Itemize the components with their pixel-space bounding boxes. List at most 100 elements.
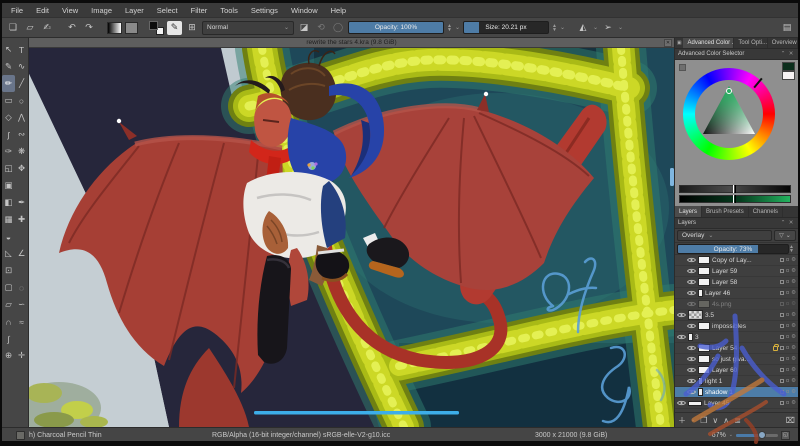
layer-row[interactable]: 3 α ⚙ (675, 332, 798, 343)
close-document-button[interactable]: ✕ (664, 39, 672, 47)
foreground-color-swatch[interactable] (149, 21, 158, 30)
elliptical-selection-tool[interactable]: ◌ (15, 279, 28, 296)
layer-opacity-spinner[interactable]: ▲▼ (789, 244, 796, 253)
bezier-selection-tool[interactable]: ∫ (2, 330, 15, 347)
freehand-brush-tool[interactable]: ✏ (2, 75, 15, 92)
layer-properties-icon[interactable]: ⚙ (791, 312, 796, 318)
alpha-lock-icon[interactable]: α (786, 378, 789, 384)
brush-presets-button[interactable]: ⊞ (185, 21, 199, 35)
layer-visibility-eye-icon[interactable] (677, 334, 686, 340)
chevron-down-icon[interactable]: ⌄ (560, 24, 565, 31)
layer-thumbnail[interactable] (698, 366, 710, 374)
inherit-alpha-icon[interactable] (780, 335, 784, 339)
transform-tool[interactable]: ◱ (2, 160, 15, 177)
menu-view[interactable]: View (62, 6, 78, 15)
selector-settings-icon[interactable] (679, 64, 686, 71)
layer-row[interactable]: so just giva... α ⚙ (675, 354, 798, 365)
layer-row[interactable]: impossibles α ⚙ (675, 321, 798, 332)
pan-tool[interactable]: ✛ (15, 347, 28, 364)
smart-patch-tool[interactable]: ✚ (15, 211, 28, 228)
layer-properties-icon[interactable]: ⚙ (791, 389, 796, 395)
inherit-alpha-icon[interactable] (780, 379, 784, 383)
layer-visibility-eye-icon[interactable] (687, 345, 696, 351)
color-selector-titlebar[interactable]: Advanced Color Selector ⌃ ✕ (675, 49, 798, 60)
layer-properties-icon[interactable]: ⚙ (791, 257, 796, 263)
menu-layer[interactable]: Layer (125, 6, 144, 15)
layer-row[interactable]: light 1 α ⚙ (675, 376, 798, 387)
colorspace-info[interactable]: RGB/Alpha (16-bit integer/channel) sRGB-… (212, 432, 390, 439)
inherit-alpha-icon[interactable] (780, 302, 784, 306)
layer-row[interactable]: Copy of Lay... α ⚙ (675, 255, 798, 266)
layer-thumbnail[interactable] (698, 256, 710, 264)
inherit-alpha-icon[interactable] (780, 269, 784, 273)
select-shapes-tool[interactable]: ↖ (2, 41, 15, 58)
fill-tool[interactable]: ◒ (2, 228, 15, 245)
hue-ring[interactable] (683, 68, 775, 160)
polygon-tool[interactable]: ◇ (2, 109, 15, 126)
layer-thumbnail[interactable] (698, 278, 710, 286)
gradient-tool[interactable]: ◧ (2, 194, 15, 211)
ellipse-tool[interactable]: ○ (15, 92, 28, 109)
measure-tool[interactable]: ∠ (15, 245, 28, 262)
chevron-down-icon[interactable]: ⌄ (729, 432, 733, 438)
inherit-alpha-icon[interactable] (780, 390, 784, 394)
dock-icon[interactable]: ▣ (675, 38, 683, 48)
layer-row[interactable]: Layer 46 α ⚙ (675, 288, 798, 299)
open-document-button[interactable]: ▱ (23, 21, 37, 35)
alpha-lock-icon[interactable]: α (786, 279, 789, 285)
layer-thumbnail[interactable] (698, 267, 710, 275)
menu-edit[interactable]: Edit (36, 6, 49, 15)
inherit-alpha-icon[interactable] (780, 258, 784, 262)
layer-properties-icon[interactable]: ⚙ (791, 301, 796, 307)
zoom-slider-knob[interactable] (758, 431, 766, 439)
move-layer-down-button[interactable]: ∨ (712, 416, 718, 425)
alpha-lock-icon[interactable]: α (786, 323, 789, 329)
layer-visibility-eye-icon[interactable] (687, 290, 696, 296)
layer-properties-icon[interactable]: ⚙ (791, 290, 796, 296)
layer-thumbnail[interactable] (688, 310, 703, 320)
menu-select[interactable]: Select (157, 6, 178, 15)
workspace-chooser-button[interactable]: ▤ (780, 21, 794, 35)
close-docker-icon[interactable]: ✕ (787, 220, 795, 226)
float-docker-icon[interactable]: ⌃ (779, 220, 787, 226)
inherit-alpha-icon[interactable] (780, 291, 784, 295)
layer-visibility-eye-icon[interactable] (687, 301, 696, 307)
magnetic-selection-tool[interactable]: ∩ (2, 313, 15, 330)
menu-file[interactable]: File (11, 6, 23, 15)
alpha-lock-icon[interactable]: α (786, 257, 789, 263)
layer-thumbnail[interactable] (698, 289, 703, 297)
multibrush-tool[interactable]: ❋ (15, 143, 28, 160)
alpha-lock-icon[interactable]: α (786, 367, 789, 373)
pattern-chooser[interactable] (125, 22, 138, 34)
shade-strip-1[interactable] (679, 185, 791, 193)
alpha-lock-icon[interactable]: α (786, 400, 789, 406)
add-layer-button[interactable]: ＋ (678, 415, 686, 426)
chevron-down-icon[interactable]: ⌄ (455, 24, 460, 31)
current-fg-color-swatch[interactable] (782, 62, 795, 71)
shade-strip-2[interactable] (679, 195, 791, 203)
dynamic-brush-tool[interactable]: ✑ (2, 143, 15, 160)
detach-brush-button[interactable]: ◯ (331, 21, 345, 35)
layer-visibility-eye-icon[interactable] (677, 312, 686, 318)
layer-properties-icon[interactable]: ⚙ (791, 334, 796, 340)
rectangular-selection-tool[interactable]: ▢ (2, 279, 15, 296)
artwork-canvas[interactable] (29, 48, 674, 427)
layer-thumbnail[interactable] (698, 322, 710, 330)
layer-thumbnail[interactable] (698, 377, 703, 385)
layer-visibility-eye-icon[interactable] (687, 356, 696, 362)
brush-editor-button[interactable]: ✎ (167, 21, 182, 35)
menu-window[interactable]: Window (291, 6, 318, 15)
zoom-level[interactable]: 67% (712, 432, 726, 439)
alpha-lock-icon[interactable]: α (786, 334, 789, 340)
tab-tool-options[interactable]: Tool Opti... (734, 38, 767, 48)
delete-layer-button[interactable]: ⌧ (786, 416, 795, 425)
layer-visibility-eye-icon[interactable] (687, 378, 696, 384)
zoom-tool[interactable]: ⊕ (2, 347, 15, 364)
layer-thumbnail[interactable] (698, 355, 710, 363)
layer-visibility-eye-icon[interactable] (687, 257, 696, 263)
brush-size-slider[interactable]: Size: 20.21 px (463, 21, 549, 34)
crop-tool[interactable]: ▣ (2, 177, 15, 194)
current-bg-color-swatch[interactable] (782, 71, 795, 80)
layer-properties-icon[interactable]: ⚙ (791, 367, 796, 373)
layer-thumbnail[interactable] (698, 388, 703, 396)
